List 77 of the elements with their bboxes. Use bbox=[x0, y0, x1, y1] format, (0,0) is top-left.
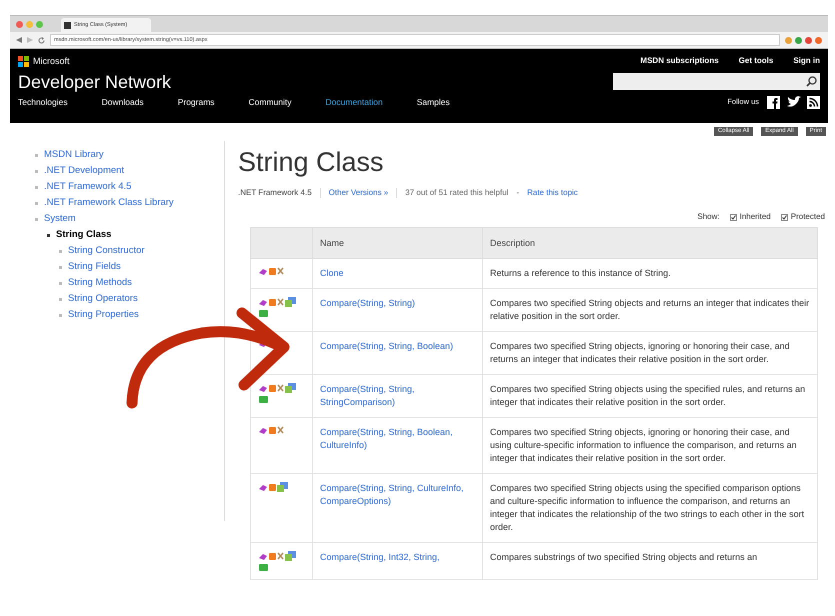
cross-icon bbox=[277, 384, 284, 392]
description-cell: Compares two specified String objects using the specified comparison options and culture-specific information to influence the comparison, and returns an integer that indicates the relationship of the two strings to each other in the sort order. bbox=[482, 474, 818, 542]
search-icon[interactable] bbox=[806, 76, 817, 87]
filter-checkbox[interactable] bbox=[780, 214, 788, 220]
description-cell: Returns a reference to this instance of String. bbox=[482, 258, 818, 288]
portable-icon bbox=[277, 482, 288, 492]
portable-icon bbox=[285, 551, 296, 561]
tree-item[interactable]: String Properties bbox=[68, 308, 139, 322]
static-icon bbox=[269, 384, 276, 392]
static-icon bbox=[269, 426, 276, 434]
tree-item[interactable]: MSDN Library bbox=[44, 148, 104, 162]
static-icon bbox=[269, 298, 276, 306]
store-icon bbox=[259, 563, 268, 571]
rate-topic-link[interactable]: Rate this topic bbox=[527, 187, 578, 199]
cross-icon bbox=[277, 426, 284, 434]
close-window-icon[interactable] bbox=[16, 20, 23, 28]
tree-item[interactable]: String Fields bbox=[68, 260, 121, 274]
cross-icon bbox=[277, 267, 284, 275]
framework-label: .NET Framework 4.5 bbox=[238, 187, 312, 199]
description-cell: Compares two specified String objects and returns an integer that indicates their relative position in the sort order. bbox=[482, 288, 818, 332]
site-title[interactable]: Developer Network bbox=[18, 70, 172, 94]
column-header: Name bbox=[312, 228, 482, 258]
search-field[interactable] bbox=[613, 73, 820, 90]
tree-item[interactable]: .NET Framework 4.5 bbox=[44, 180, 132, 194]
tree-item[interactable]: String Class bbox=[56, 228, 112, 242]
header-link[interactable]: Get tools bbox=[738, 55, 774, 67]
brand-name: Microsoft bbox=[33, 55, 70, 68]
method-icon bbox=[259, 384, 268, 392]
tree-item[interactable]: String Constructor bbox=[68, 244, 145, 258]
header-link[interactable]: Sign in bbox=[793, 55, 820, 67]
method-icon bbox=[259, 552, 268, 560]
nav-tab[interactable]: Samples bbox=[416, 96, 450, 108]
description-cell: Compares two specified String objects, ignoring or honoring their case, and using culture-specific information to influence the comparison, and returns an integer that indicates their relative position in the sort order. bbox=[482, 418, 818, 474]
method-icon bbox=[259, 268, 268, 274]
reload-icon[interactable] bbox=[38, 36, 45, 44]
cross-icon bbox=[277, 552, 284, 560]
description-cell: Compares substrings of two specified String objects and returns an bbox=[482, 542, 818, 580]
page-title: String Class bbox=[238, 146, 385, 179]
tree-item[interactable]: String Operators bbox=[68, 292, 138, 306]
cross-icon bbox=[277, 298, 284, 306]
portable-icon bbox=[285, 297, 296, 307]
store-icon bbox=[259, 395, 268, 403]
show-label: Show: bbox=[697, 211, 720, 223]
nav-tab[interactable]: Technologies bbox=[18, 96, 68, 108]
filter-label: Inherited bbox=[740, 211, 771, 223]
nav-tab[interactable]: Downloads bbox=[102, 96, 144, 108]
rss-icon[interactable] bbox=[807, 96, 820, 108]
method-icon bbox=[259, 484, 268, 490]
description-cell: Compares two specified String objects using the specified rules, and returns an integer that indicates their relative position in the sort order. bbox=[482, 374, 818, 418]
portable-icon bbox=[285, 383, 296, 393]
static-icon bbox=[269, 267, 276, 275]
back-icon[interactable] bbox=[16, 37, 22, 43]
tree-item[interactable]: .NET Development bbox=[44, 164, 124, 178]
filter-label: Protected bbox=[790, 211, 825, 223]
description-cell: Compares two specified String objects, ignoring or honoring their case, and returns an integer that indicates their relative position in the sort order. bbox=[482, 332, 818, 374]
rating-text: 37 out of 51 rated this helpful bbox=[405, 187, 508, 199]
nav-tab[interactable]: Programs bbox=[178, 96, 215, 108]
other-versions-link[interactable]: Other Versions » bbox=[328, 187, 388, 199]
tree-item[interactable]: String Methods bbox=[68, 276, 132, 290]
logo-icon bbox=[18, 56, 29, 68]
method-icon bbox=[259, 426, 268, 434]
favicon-icon bbox=[64, 22, 71, 28]
nav-tab[interactable]: Community bbox=[248, 96, 292, 108]
store-icon bbox=[259, 309, 268, 317]
nav-tab[interactable]: Documentation bbox=[326, 96, 383, 108]
method-icon bbox=[259, 298, 268, 306]
tree-item[interactable]: System bbox=[44, 212, 76, 226]
header-link[interactable]: MSDN subscriptions bbox=[640, 55, 719, 67]
bird-icon[interactable] bbox=[786, 96, 801, 108]
static-icon bbox=[269, 483, 276, 491]
separator-text: - bbox=[516, 187, 520, 199]
static-icon bbox=[269, 552, 276, 560]
extension-icons[interactable] bbox=[785, 36, 822, 44]
facebook-icon[interactable] bbox=[767, 96, 780, 108]
column-header: Description bbox=[482, 228, 818, 258]
tree-item[interactable]: .NET Framework Class Library bbox=[44, 196, 174, 210]
filter-checkbox[interactable] bbox=[730, 214, 737, 220]
